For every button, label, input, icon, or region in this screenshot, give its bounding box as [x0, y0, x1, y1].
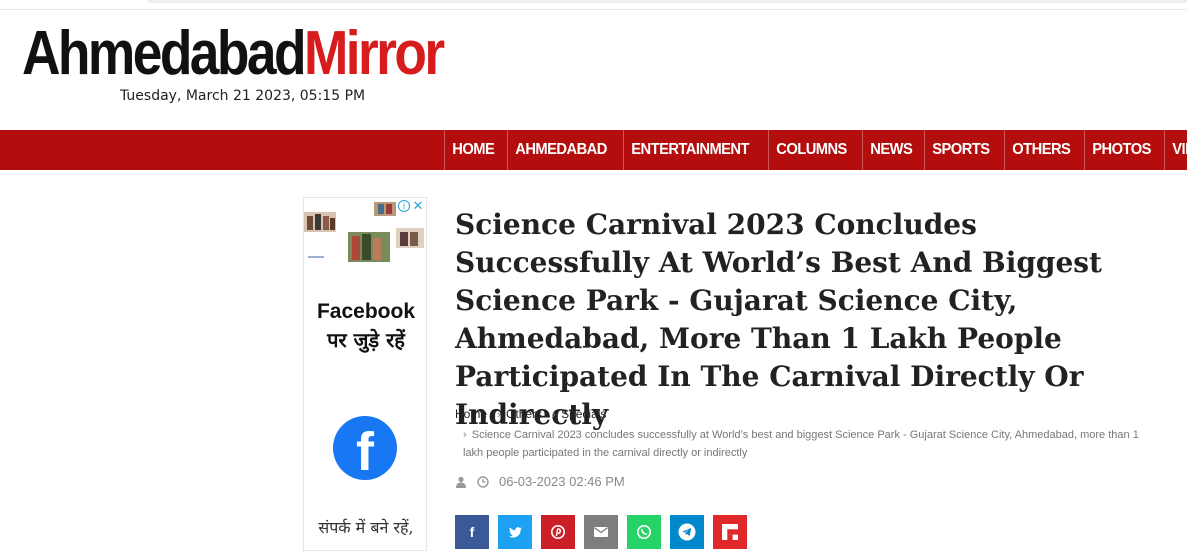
whatsapp-icon	[637, 525, 651, 539]
browser-top-strip	[0, 0, 1187, 10]
facebook-logo-letter: f	[356, 422, 374, 482]
author-icon	[456, 476, 466, 488]
nav-item-sports[interactable]: SPORTS	[924, 130, 997, 170]
nav-item-others[interactable]: OTHERS	[1003, 130, 1078, 170]
ad-title-line2: पर जुड़े रहें	[327, 328, 405, 352]
logo-text-mirror: Mirror	[303, 19, 445, 88]
facebook-share-button[interactable]: f	[455, 515, 489, 549]
article-datetime: 06-03-2023 02:46 PM	[499, 474, 625, 489]
current-date: Tuesday, March 21 2023, 05:15 PM	[120, 88, 366, 104]
logo-text-ahmedabad: Ahmedabad	[22, 19, 307, 88]
breadcrumb: Home › Others › Specials › Science Carni…	[455, 405, 1155, 462]
breadcrumb-separator-icon: ›	[497, 409, 501, 421]
sidebar-ad[interactable]: i ✕ Facebook पर जुड़े रहें f संपर्क में …	[303, 197, 427, 551]
breadcrumb-separator-icon: ›	[463, 429, 467, 441]
breadcrumb-specials[interactable]: Specials	[561, 407, 606, 421]
site-logo[interactable]: AhmedabadMirror	[22, 19, 445, 88]
nav-menu: HOME AHMEDABAD ENTERTAINMENT COLUMNS NEW…	[444, 130, 1187, 170]
top-strip-bar	[148, 0, 1187, 3]
pinterest-share-button[interactable]	[541, 515, 575, 549]
pinterest-icon	[551, 525, 565, 539]
share-buttons: f	[455, 515, 747, 549]
nav-item-news[interactable]: NEWS	[861, 130, 920, 170]
facebook-logo-icon[interactable]: f	[333, 416, 397, 482]
whatsapp-share-button[interactable]	[627, 515, 661, 549]
nav-item-home[interactable]: HOME	[444, 130, 502, 170]
nav-item-photos[interactable]: PHOTOS	[1083, 130, 1158, 170]
ad-bottom-text: संपर्क में बने रहें,	[318, 518, 414, 537]
email-share-button[interactable]	[584, 515, 618, 549]
breadcrumb-separator-icon: ›	[552, 409, 556, 421]
nav-item-columns[interactable]: COLUMNS	[768, 130, 854, 170]
main-navbar: HOME AHMEDABAD ENTERTAINMENT COLUMNS NEW…	[0, 130, 1187, 170]
ad-title: Facebook पर जुड़े रहें	[304, 298, 426, 354]
ad-title-line1: Facebook	[316, 300, 416, 323]
nav-item-videos[interactable]: VIDEOS	[1164, 130, 1187, 170]
clock-icon	[477, 475, 489, 488]
breadcrumb-home[interactable]: Home	[455, 405, 487, 424]
telegram-share-button[interactable]	[670, 515, 704, 549]
article-headline: Science Carnival 2023 Concludes Successf…	[455, 208, 1102, 431]
nav-item-ahmedabad[interactable]: AHMEDABAD	[506, 130, 614, 170]
telegram-icon	[678, 523, 696, 541]
flipboard-share-button[interactable]	[713, 515, 747, 549]
twitter-share-button[interactable]	[498, 515, 532, 549]
twitter-icon	[508, 526, 522, 538]
article-meta: 06-03-2023 02:46 PM	[455, 474, 625, 489]
info-icon[interactable]: i	[398, 200, 410, 212]
breadcrumb-current: Science Carnival 2023 concludes successf…	[463, 429, 1139, 459]
email-icon	[594, 527, 608, 537]
breadcrumb-others[interactable]: Others	[506, 407, 542, 421]
nav-item-entertainment[interactable]: ENTERTAINMENT	[623, 130, 756, 170]
close-icon[interactable]: ✕	[412, 199, 424, 212]
flipboard-icon	[722, 524, 738, 540]
ad-controls: i ✕	[398, 199, 424, 212]
